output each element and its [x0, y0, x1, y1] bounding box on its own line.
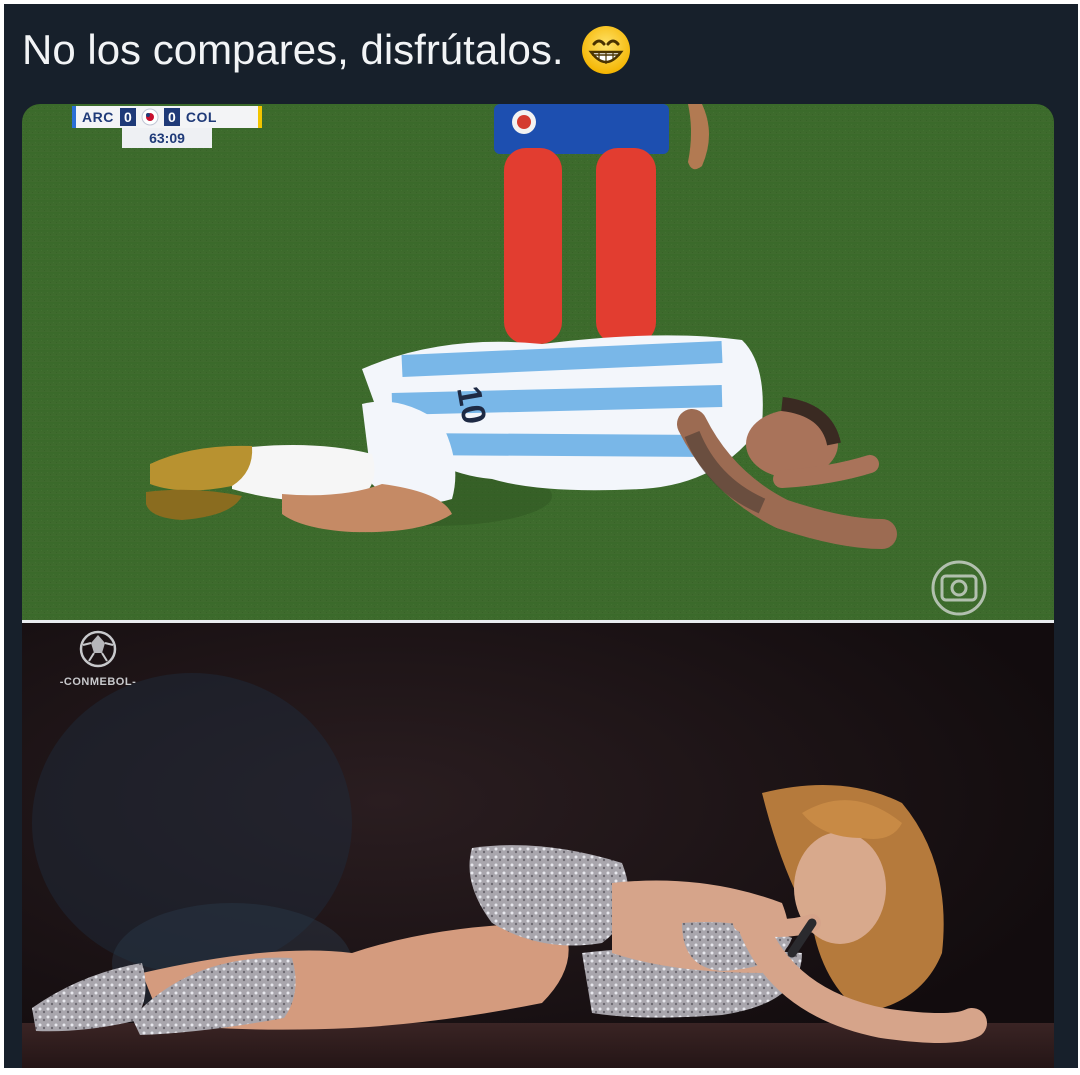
conmebol-ball-icon [79, 630, 117, 668]
copa-america-crest-icon [141, 108, 159, 126]
broadcaster-logo-icon [931, 560, 987, 616]
tweet-body: No los compares, disfrútalos. [22, 22, 632, 78]
away-team-code: COL [185, 109, 217, 125]
score-row: ARC 0 0 COL [72, 106, 262, 128]
grinning-emoji-icon [581, 26, 630, 74]
home-score: 0 [119, 108, 136, 126]
concert-photo [22, 623, 1054, 1068]
svg-text:10: 10 [449, 383, 493, 427]
home-team-code: ARC [82, 109, 114, 125]
match-clock: 63:09 [122, 128, 212, 148]
away-score: 0 [163, 108, 180, 126]
football-photo: 10 [22, 104, 1054, 620]
match-scoreboard: ARC 0 0 COL 63:09 [72, 106, 272, 150]
conmebol-label: -CONMEBOL- [59, 676, 137, 688]
conmebol-watermark: -CONMEBOL- [58, 629, 138, 689]
tweet-post: No los compares, disfrútalos. 10 ARC 0 0… [0, 0, 1080, 1075]
tweet-text: No los compares, disfrútalos. [22, 26, 564, 73]
tweet-media[interactable]: 10 ARC 0 0 COL 63:09 -CONMEBOL- [22, 104, 1054, 1068]
